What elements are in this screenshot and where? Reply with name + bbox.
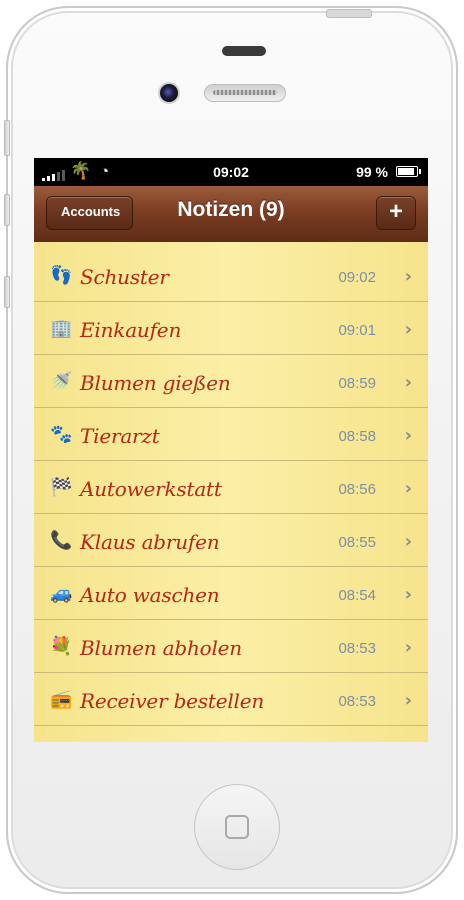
car-icon: 🚙 [50,583,73,604]
chevron-right-icon: › [404,319,412,340]
note-row[interactable]: 💐 Blumen abholen 08:53 › [34,620,428,673]
status-bar: 🌴 ◔ 09:02 99 % [34,158,428,186]
phone-icon: 📞 [50,530,73,551]
note-title: Autowerkstatt [80,477,222,501]
note-title: Einkaufen [80,318,182,342]
volume-down-button [4,276,10,308]
battery-percent: 99 % [356,164,388,180]
navigation-bar: Accounts Notizen (9) + [34,186,428,243]
front-camera [158,82,180,104]
note-time: 08:56 [338,481,376,498]
note-time: 09:02 [338,269,376,286]
chevron-right-icon: › [404,531,412,552]
note-time: 08:59 [338,375,376,392]
note-title: Blumen gießen [80,371,231,395]
footprints-icon: 👣 [50,265,73,286]
radio-icon: 📻 [50,689,73,710]
chevron-right-icon: › [404,266,412,287]
volume-up-button [4,194,10,226]
watering-can-icon: 🚿 [50,371,73,392]
note-row[interactable]: 📞 Klaus abrufen 08:55 › [34,514,428,567]
chevron-right-icon: › [404,584,412,605]
checkered-flag-icon: 🏁 [50,477,73,498]
top-speaker [222,46,266,56]
bouquet-icon: 💐 [50,636,73,657]
note-row[interactable]: 🚙 Auto waschen 08:54 › [34,567,428,620]
mute-switch [4,120,10,156]
note-time: 08:53 [338,640,376,657]
chevron-right-icon: › [404,690,412,711]
note-time: 08:53 [338,693,376,710]
note-time: 08:58 [338,428,376,445]
note-title: Tierarzt [80,424,160,448]
note-time: 09:01 [338,322,376,339]
note-row[interactable]: 🚿 Blumen gießen 08:59 › [34,355,428,408]
note-time: 08:55 [338,534,376,551]
note-title: Schuster [80,265,169,289]
note-row[interactable]: 🏁 Autowerkstatt 08:56 › [34,461,428,514]
note-title: Auto waschen [80,583,220,607]
chevron-right-icon: › [404,478,412,499]
note-title: Klaus abrufen [80,530,220,554]
earpiece-grille [204,84,286,102]
chevron-right-icon: › [404,372,412,393]
note-row[interactable]: 👣 Schuster 09:02 › [34,242,428,302]
battery-icon [396,166,421,177]
note-row[interactable]: 📻 Receiver bestellen 08:53 › [34,673,428,726]
screen: 🌴 ◔ 09:02 99 % Accounts Notizen (9) + 👣 S… [34,158,428,742]
paw-prints-icon: 🐾 [50,424,73,445]
note-row[interactable]: 🐾 Tierarzt 08:58 › [34,408,428,461]
page-title: Notizen (9) [177,198,285,221]
notes-list: 👣 Schuster 09:02 › 🏢 Einkaufen 09:01 › 🚿 Blumen g… [34,242,428,742]
note-row[interactable]: 🏢 Einkaufen 09:01 › [34,302,428,355]
home-button[interactable] [194,784,280,870]
add-note-button[interactable]: + [376,196,416,230]
building-icon: 🏢 [50,318,73,339]
home-square-icon [225,815,249,839]
chevron-right-icon: › [404,425,412,446]
note-title: Receiver bestellen [80,689,265,713]
chevron-right-icon: › [404,637,412,658]
note-title: Blumen abholen [80,636,242,660]
power-button [326,9,372,18]
note-time: 08:54 [338,587,376,604]
